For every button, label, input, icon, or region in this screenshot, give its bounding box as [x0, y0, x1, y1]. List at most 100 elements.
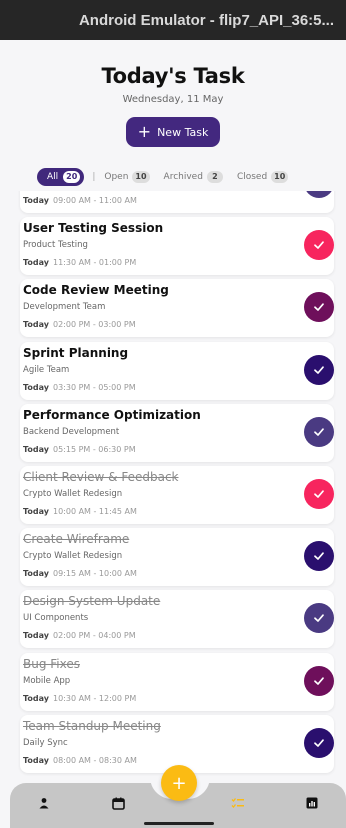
- filter-separator: |: [92, 172, 96, 182]
- complete-check-button[interactable]: [304, 416, 334, 447]
- complete-check-button[interactable]: [304, 191, 334, 198]
- task-subtitle: Backend Development: [23, 426, 120, 437]
- complete-check-button[interactable]: [304, 479, 334, 509]
- person-icon[interactable]: [36, 795, 52, 811]
- task-card[interactable]: Design System Update UI Components Today 02…: [20, 590, 334, 649]
- home-indicator: [144, 822, 214, 825]
- add-task-fab[interactable]: +: [161, 765, 197, 801]
- emulator-title-bar: Android Emulator - flip7_API_36:5...: [0, 0, 346, 40]
- new-task-label: New Task: [157, 125, 209, 139]
- plus-icon: +: [137, 122, 152, 141]
- task-time-range: 05:15 PM - 06:30 PM: [52, 444, 136, 454]
- task-filter-bar: All 20 | Open 10 Archived 2 Closed 10: [37, 167, 302, 187]
- task-time: Today 10:30 AM - 12:00 PM: [23, 694, 136, 703]
- task-card[interactable]: Web DashboardToday09:00 AM - 11:00 AM: [20, 191, 334, 213]
- complete-check-button[interactable]: [304, 665, 334, 696]
- filter-closed-count: 10: [271, 171, 289, 183]
- page-title: Today's Task: [101, 64, 245, 88]
- task-time-range: 08:00 AM - 08:30 AM: [52, 755, 137, 765]
- task-time: Today 03:30 PM - 05:00 PM: [23, 383, 136, 392]
- task-time: Today 11:30 AM - 01:00 PM: [23, 258, 136, 267]
- task-card[interactable]: Sprint Planning Agile Team Today 03:30 PM -…: [20, 341, 334, 400]
- complete-check-button[interactable]: [304, 230, 334, 261]
- task-title: Performance Optimization: [23, 407, 201, 422]
- task-card[interactable]: Create Wireframe Crypto Wallet Redesign To…: [20, 528, 334, 587]
- filter-all-count: 20: [63, 171, 81, 183]
- complete-check-button[interactable]: [304, 603, 334, 634]
- task-subtitle: Agile Team: [23, 364, 70, 375]
- task-day: Today: [23, 196, 49, 205]
- filter-all[interactable]: All 20: [37, 168, 85, 186]
- calendar-icon[interactable]: [110, 795, 126, 811]
- task-list-icon[interactable]: [230, 795, 246, 811]
- filter-all-label: All: [47, 172, 59, 182]
- filter-closed[interactable]: Closed 10: [236, 171, 289, 183]
- complete-check-button[interactable]: [304, 541, 334, 572]
- filter-archived[interactable]: Archived 2: [164, 171, 223, 183]
- filter-open-count: 10: [132, 171, 150, 183]
- stats-icon[interactable]: [304, 795, 320, 811]
- complete-check-button[interactable]: [304, 292, 334, 323]
- task-time: Today 02:00 PM - 04:00 PM: [23, 631, 136, 640]
- filter-archived-count: 2: [206, 171, 223, 183]
- task-time-range: 11:30 AM - 01:00 PM: [52, 258, 137, 268]
- page-header: Today's Task Wednesday, 11 May + New Tas…: [0, 40, 346, 147]
- checkmark-icon: [314, 365, 324, 374]
- task-list[interactable]: Web DashboardToday09:00 AM - 11:00 AM Use…: [0, 191, 346, 791]
- checkmark-icon: [314, 241, 324, 250]
- filter-open-label: Open: [104, 172, 129, 182]
- task-day: Today: [23, 693, 49, 703]
- task-time: Today 09:00 AM - 11:00 AM: [23, 196, 137, 205]
- task-subtitle: Daily Sync: [23, 737, 68, 748]
- task-time-range: 02:00 PM - 03:00 PM: [52, 320, 136, 330]
- task-subtitle: Crypto Wallet Redesign: [23, 551, 123, 562]
- task-card[interactable]: Performance Optimization Backend Developm…: [20, 403, 334, 462]
- plus-icon: +: [171, 772, 187, 794]
- task-subtitle: Development Team: [23, 302, 106, 313]
- task-time-range: 09:15 AM - 10:00 AM: [52, 569, 137, 579]
- task-time-range: 10:30 AM - 12:00 PM: [52, 693, 137, 703]
- task-time: Today 09:15 AM - 10:00 AM: [23, 569, 137, 578]
- task-time-range: 03:30 PM - 05:00 PM: [52, 382, 136, 392]
- checkmark-icon: [314, 676, 324, 685]
- task-title: Sprint Planning: [23, 345, 129, 360]
- task-day: Today: [23, 320, 49, 330]
- task-subtitle: Mobile App: [23, 675, 71, 686]
- task-time-range: 10:00 AM - 11:45 AM: [52, 507, 137, 516]
- filter-archived-label: Archived: [163, 172, 203, 182]
- complete-check-button[interactable]: [304, 727, 334, 758]
- task-day: Today: [23, 631, 49, 641]
- task-card[interactable]: Code Review Meeting Development Team Today…: [20, 279, 334, 338]
- filter-open[interactable]: Open 10: [104, 171, 150, 183]
- task-day: Today: [23, 569, 49, 579]
- checkmark-icon: [314, 490, 324, 498]
- task-day: Today: [23, 755, 49, 765]
- task-title: Bug Fixes: [23, 656, 80, 671]
- task-time-range: 09:00 AM - 11:00 AM: [52, 196, 137, 205]
- task-card[interactable]: Client Review & Feedback Crypto Wallet Re…: [20, 466, 334, 524]
- task-day: Today: [23, 258, 49, 268]
- task-title: Code Review Meeting: [23, 283, 169, 298]
- task-subtitle: UI Components: [23, 613, 89, 624]
- checkmark-icon: [314, 303, 324, 312]
- task-time: Today 08:00 AM - 08:30 AM: [23, 756, 137, 765]
- task-day: Today: [23, 444, 49, 454]
- checkmark-icon: [314, 552, 324, 561]
- task-time: Today 05:15 PM - 06:30 PM: [23, 445, 136, 454]
- filter-closed-label: Closed: [236, 172, 268, 182]
- task-title: User Testing Session: [23, 221, 164, 236]
- task-title: Create Wireframe: [23, 532, 130, 547]
- task-card[interactable]: User Testing Session Product Testing Today…: [20, 217, 334, 276]
- checkmark-icon: [314, 739, 324, 747]
- task-title: Design System Update: [23, 594, 161, 609]
- task-card[interactable]: Bug Fixes Mobile App Today 10:30 AM - 12:00…: [20, 652, 334, 711]
- task-day: Today: [23, 382, 49, 392]
- current-date: Wednesday, 11 May: [122, 94, 224, 105]
- new-task-button[interactable]: + New Task: [125, 117, 221, 147]
- task-time: Today 10:00 AM - 11:45 AM: [23, 507, 137, 516]
- task-time: Today 02:00 PM - 03:00 PM: [23, 320, 136, 329]
- task-subtitle: Crypto Wallet Redesign: [23, 489, 123, 499]
- task-title: Team Standup Meeting: [23, 718, 161, 733]
- complete-check-button[interactable]: [304, 354, 334, 385]
- task-subtitle: Product Testing: [23, 240, 88, 251]
